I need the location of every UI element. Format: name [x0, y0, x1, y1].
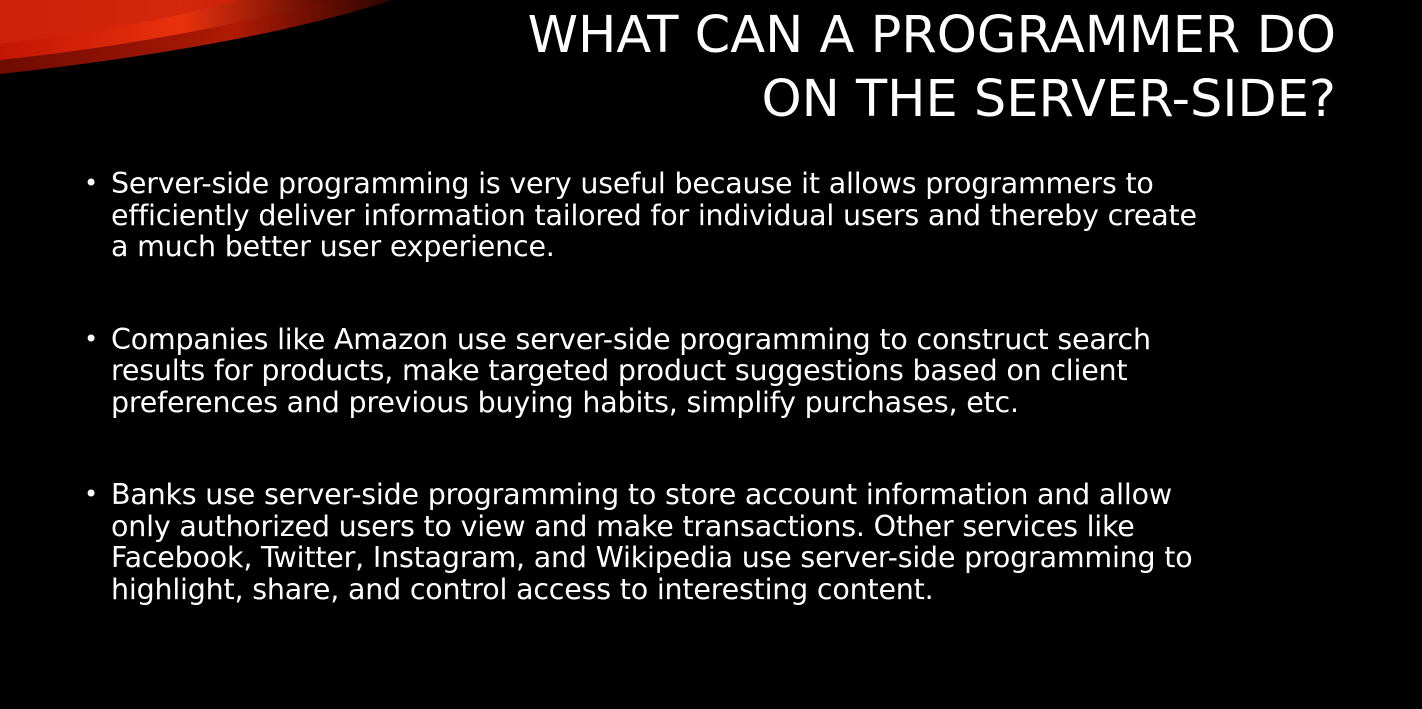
- bullet-text-line: Server-side programming is very useful b…: [111, 167, 1154, 200]
- bullet-text-line: only authorized users to view and make t…: [111, 509, 1135, 543]
- bullet-dot-icon: •: [84, 480, 98, 508]
- bullet-text: Server-side programming is very useful b…: [111, 168, 1354, 263]
- bullet-text-line: highlight, share, and control access to …: [111, 572, 934, 606]
- bullet-item: • Companies like Amazon use server-side …: [84, 322, 1354, 419]
- bullet-text-line: Facebook, Twitter, Instagram, and Wikipe…: [111, 541, 1193, 574]
- bullet-dot-icon: •: [84, 169, 98, 197]
- bullet-text-line: results for products, make targeted prod…: [111, 354, 1128, 387]
- slide-title-line-1: WHAT CAN A PROGRAMMER DO: [527, 6, 1336, 65]
- bullet-item: • Server-side programming is very useful…: [84, 168, 1354, 263]
- bullet-text-line: Companies like Amazon use server-side pr…: [111, 322, 1151, 356]
- bullet-text-line: efficiently deliver information tailored…: [111, 198, 1197, 232]
- slide-title: WHAT CAN A PROGRAMMER DO ON THE SERVER-S…: [336, 4, 1336, 132]
- slide: WHAT CAN A PROGRAMMER DO ON THE SERVER-S…: [0, 0, 1422, 709]
- bullet-dot-icon: •: [84, 324, 98, 353]
- bullet-text-line: preferences and previous buying habits, …: [111, 385, 1019, 419]
- bullet-text-line: a much better user experience.: [111, 230, 555, 263]
- bullet-list: • Server-side programming is very useful…: [84, 168, 1354, 605]
- bullet-text: Companies like Amazon use server-side pr…: [111, 322, 1354, 419]
- bullet-item: • Banks use server-side programming to s…: [84, 479, 1354, 605]
- bullet-text: Banks use server-side programming to sto…: [111, 479, 1354, 605]
- slide-title-line-2: ON THE SERVER-SIDE?: [761, 70, 1336, 129]
- bullet-text-line: Banks use server-side programming to sto…: [111, 478, 1172, 511]
